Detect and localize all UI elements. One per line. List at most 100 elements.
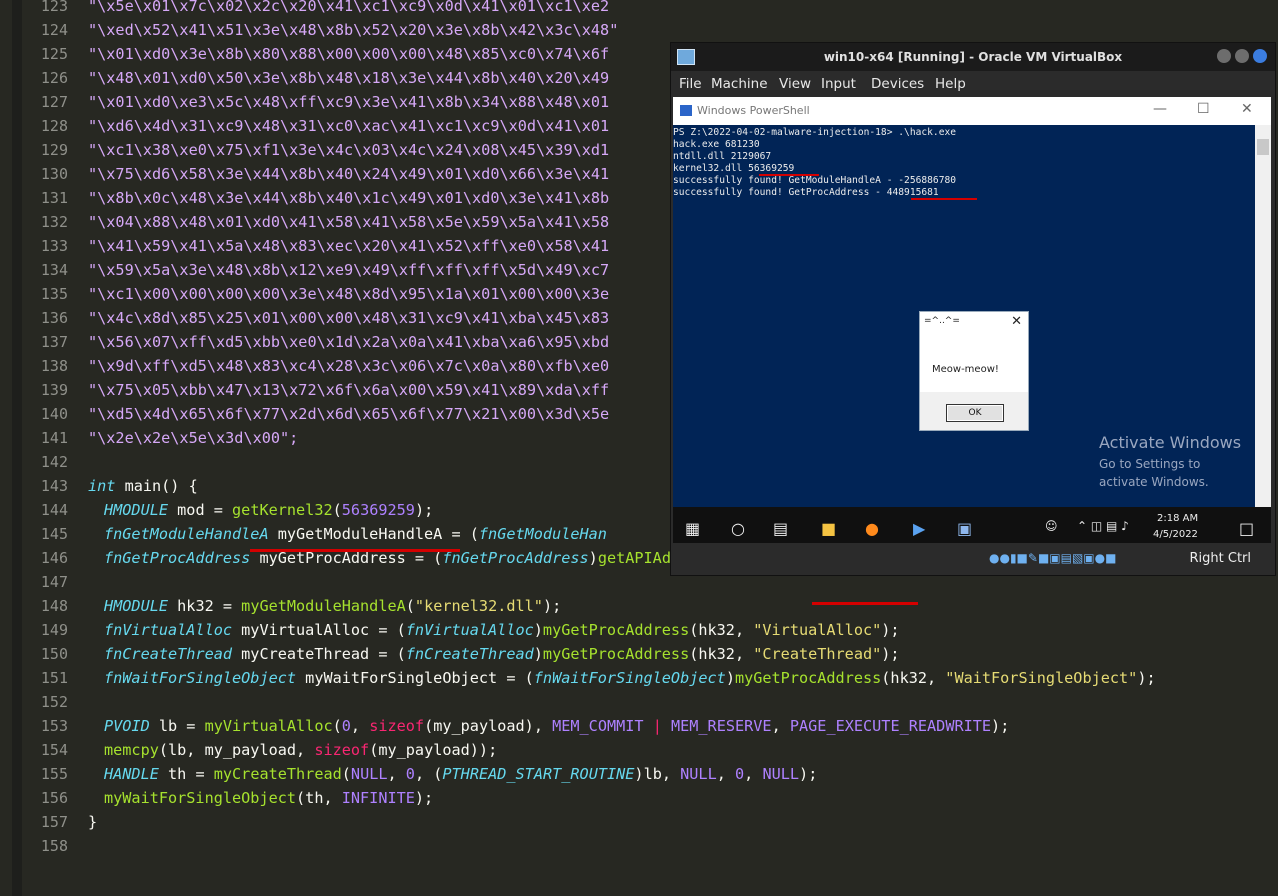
code-line: "\x2e\x2e\x5e\x3d\x00"; (88, 426, 298, 450)
code-line: } (88, 810, 97, 834)
minimize-button[interactable] (1217, 49, 1231, 63)
ps-underline-hash (911, 198, 977, 200)
powershell-window[interactable]: Windows PowerShell — ☐ ✕ PS Z:\2022-04-0… (673, 97, 1271, 507)
guest-display[interactable]: Windows PowerShell — ☐ ✕ PS Z:\2022-04-0… (673, 97, 1271, 547)
code-line: "\x01\xd0\xe3\x5c\x48\xff\xc9\x3e\x41\x8… (88, 90, 609, 114)
line-number: 126 (40, 69, 68, 87)
line-number: 140 (40, 405, 68, 423)
app-taskbar-icon[interactable]: ▣ (957, 519, 972, 538)
line-number: 146 (40, 549, 68, 567)
code-line: "\x04\x88\x48\x01\xd0\x41\x58\x41\x58\x5… (88, 210, 609, 234)
vm-title-bar[interactable]: win10-x64 [Running] - Oracle VM VirtualB… (671, 43, 1275, 71)
code-line: HMODULE hk32 = myGetModuleHandleA("kerne… (104, 594, 561, 618)
ps-scrollbar[interactable] (1255, 125, 1271, 507)
close-button[interactable] (1253, 49, 1267, 63)
clock-time[interactable]: 2:18 AM (1157, 513, 1198, 524)
code-token: "\x59\x5a\x3e\x48\x8b\x12\xe9\x49\xff\xf… (88, 261, 610, 279)
virtualbox-window[interactable]: win10-x64 [Running] - Oracle VM VirtualB… (670, 42, 1276, 576)
code-token: "\xc1\x38\xe0\x75\xf1\x3e\x4c\x03\x4c\x2… (88, 141, 610, 159)
code-token: myGetModuleHandleA (241, 597, 406, 615)
message-box-text: Meow-meow! (932, 364, 999, 375)
code-token: , (716, 765, 736, 783)
line-number: 143 (40, 477, 68, 495)
code-token: fnVirtualAlloc (405, 621, 534, 639)
notification-icon[interactable]: □ (1239, 519, 1254, 538)
ok-button[interactable]: OK (946, 404, 1004, 422)
line-number: 152 (40, 693, 68, 711)
code-token: myCreateThread (213, 765, 342, 783)
vm-status-icons[interactable]: ●●▮■✎■▣▤▧▣●■ (989, 551, 1116, 565)
line-number: 150 (40, 645, 68, 663)
file-explorer-icon[interactable]: ■ (821, 519, 836, 538)
line-number: 127 (40, 93, 68, 111)
code-token: MEM_RESERVE (670, 717, 772, 735)
code-token: int (88, 477, 116, 495)
code-token: (lb, my_payload, (158, 741, 315, 759)
code-token: "\xd5\x4d\x65\x6f\x77\x2d\x6d\x65\x6f\x7… (88, 405, 610, 423)
menu-file[interactable]: File (679, 76, 702, 92)
code-line: PVOID lb = myVirtualAlloc(0, sizeof(my_p… (104, 714, 1009, 738)
task-view-icon[interactable]: ▤ (773, 519, 788, 538)
line-number: 149 (40, 621, 68, 639)
code-line: "\x5e\x01\x7c\x02\x2c\x20\x41\xc1\xc9\x0… (88, 0, 609, 18)
code-token: "\x75\x05\xbb\x47\x13\x72\x6f\x6a\x00\x5… (88, 381, 610, 399)
code-token: , ( (414, 765, 443, 783)
ps-close-icon[interactable]: ✕ (1241, 101, 1253, 117)
code-token: ) (533, 621, 543, 639)
code-token: (hk32, (689, 621, 754, 639)
start-icon[interactable]: ▦ (685, 519, 700, 538)
powershell-taskbar-icon[interactable]: ▶ (913, 519, 925, 538)
code-token: fnWaitForSingleObject (104, 669, 297, 687)
code-token: myCreateThread = ( (232, 645, 406, 663)
menu-machine[interactable]: Machine (711, 76, 768, 92)
code-token: "\x2e\x2e\x5e\x3d\x00"; (88, 429, 299, 447)
ps-underline-kernel32 (759, 174, 819, 176)
code-token: myWaitForSingleObject = ( (296, 669, 534, 687)
code-token: "WaitForSingleObject" (945, 669, 1138, 687)
code-line: "\xd5\x4d\x65\x6f\x77\x2d\x6d\x65\x6f\x7… (88, 402, 609, 426)
menu-devices[interactable]: Devices (871, 76, 924, 92)
clock-date[interactable]: 4/5/2022 (1153, 529, 1198, 540)
code-line: fnVirtualAlloc myVirtualAlloc = (fnVirtu… (104, 618, 900, 642)
message-box-close-icon[interactable]: ✕ (1011, 314, 1022, 329)
code-line: myWaitForSingleObject(th, INFINITE); (104, 786, 433, 810)
code-token: ) (588, 549, 598, 567)
code-token: myGetProcAddress (542, 621, 690, 639)
code-token: (my_payload), (424, 717, 553, 735)
people-icon[interactable]: ☺ (1045, 519, 1058, 533)
line-number: 147 (40, 573, 68, 591)
code-token: "\x41\x59\x41\x5a\x48\x83\xec\x20\x41\x5… (88, 237, 610, 255)
menu-input[interactable]: Input (821, 76, 856, 92)
firefox-icon[interactable]: ● (865, 519, 879, 538)
code-token: ); (881, 621, 900, 639)
message-box[interactable]: =^..^= ✕ Meow-meow! OK (919, 311, 1029, 431)
code-token: main() { (115, 477, 198, 495)
powershell-title-bar[interactable]: Windows PowerShell — ☐ ✕ (673, 97, 1271, 125)
cortana-icon[interactable]: ○ (731, 519, 745, 538)
ps-maximize-icon[interactable]: ☐ (1197, 101, 1210, 117)
code-token: ( (332, 501, 342, 519)
code-token: | (643, 717, 671, 735)
code-line: fnGetModuleHandleA myGetModuleHandleA = … (104, 522, 607, 546)
ps-scroll-thumb[interactable] (1257, 139, 1269, 155)
line-number: 157 (40, 813, 68, 831)
code-token: fnGetProcAddress (442, 549, 589, 567)
line-number: 132 (40, 213, 68, 231)
windows-taskbar: ▦ ○ ▤ ■ ● ▶ ▣ ☺ ⌃ ◫ ▤ ♪ 2:18 AM 4/5/2022… (673, 507, 1271, 547)
code-token: "\xed\x52\x41\x51\x3e\x48\x8b\x52\x20\x3… (88, 21, 619, 39)
code-token: ( (332, 717, 342, 735)
menu-help[interactable]: Help (935, 76, 966, 92)
line-number: 131 (40, 189, 68, 207)
code-token: "\xd6\x4d\x31\xc9\x48\x31\xc0\xac\x41\xc… (88, 117, 610, 135)
code-token: ( (341, 765, 351, 783)
code-line: "\xed\x52\x41\x51\x3e\x48\x8b\x52\x20\x3… (88, 18, 618, 42)
line-number: 137 (40, 333, 68, 351)
code-token: memcpy (104, 741, 159, 759)
menu-view[interactable]: View (779, 76, 811, 92)
code-token: (my_payload)); (369, 741, 498, 759)
code-token: myVirtualAlloc (204, 717, 333, 735)
ps-minimize-icon[interactable]: — (1153, 101, 1167, 117)
code-line: "\x75\xd6\x58\x3e\x44\x8b\x40\x24\x49\x0… (88, 162, 609, 186)
maximize-button[interactable] (1235, 49, 1249, 63)
tray-icons[interactable]: ⌃ ◫ ▤ ♪ (1077, 519, 1129, 533)
